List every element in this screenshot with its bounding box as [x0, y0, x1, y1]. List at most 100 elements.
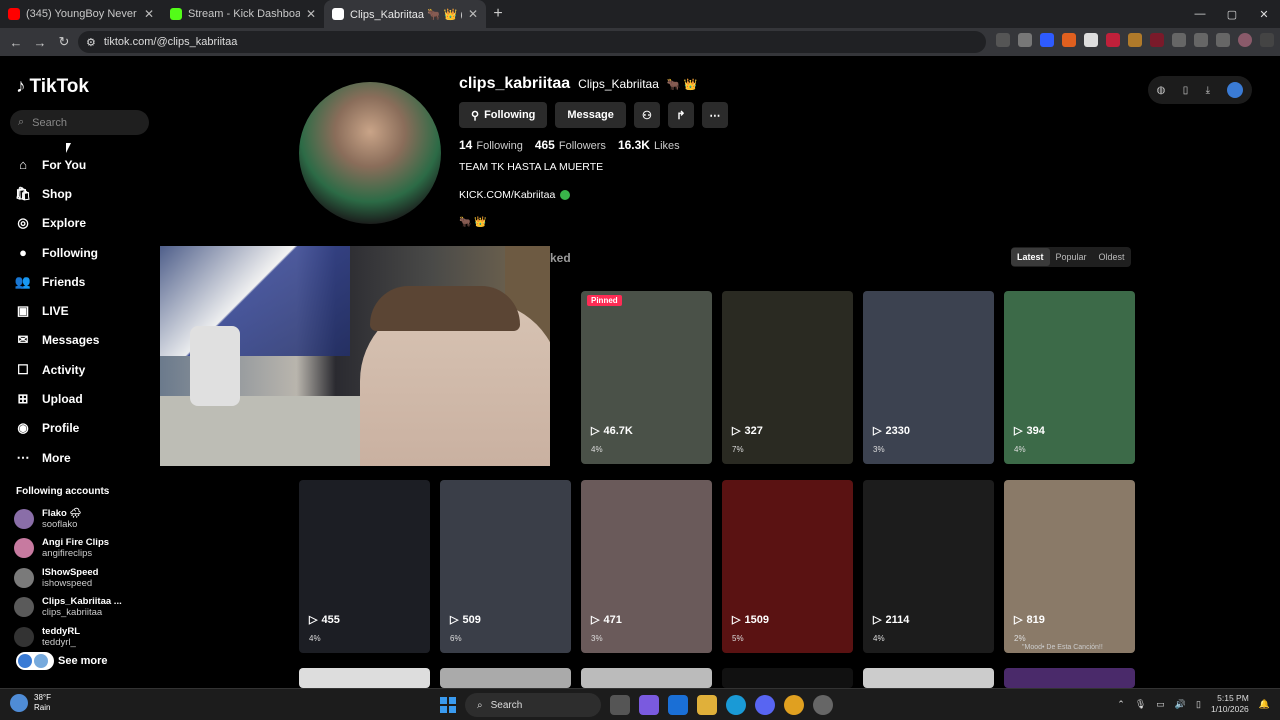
video-card[interactable]: ▷ 471 3%	[581, 480, 712, 653]
video-card[interactable]	[722, 668, 853, 688]
stat-followers[interactable]: 465 Followers	[535, 138, 606, 152]
nav-more[interactable]: ⋯ More	[14, 443, 99, 472]
webcam-overlay[interactable]	[160, 246, 550, 466]
search-input[interactable]: ⌕ Search	[10, 110, 149, 135]
device-icon[interactable]: ▯	[1183, 85, 1189, 96]
edge-icon[interactable]	[726, 695, 746, 715]
video-card[interactable]: ▷ 1509 5%	[722, 480, 853, 653]
extension-icon[interactable]	[1062, 33, 1076, 47]
tab-kick[interactable]: Stream - Kick Dashboard ✕	[162, 0, 324, 28]
video-card[interactable]	[440, 668, 571, 688]
video-card[interactable]	[581, 668, 712, 688]
nav-profile[interactable]: ◉ Profile	[14, 414, 99, 443]
following-button[interactable]: ⚲ Following	[459, 102, 548, 128]
video-card[interactable]	[1004, 668, 1135, 688]
video-card[interactable]: ▷ 509 6%	[440, 480, 571, 653]
minimize-button[interactable]: —	[1184, 0, 1216, 28]
settings-icon[interactable]	[813, 695, 833, 715]
following-account[interactable]: IShowSpeed ishowspeed	[14, 563, 122, 593]
following-account[interactable]: teddyRL teddyrl_	[14, 622, 122, 652]
kebab-menu-icon[interactable]	[1260, 33, 1274, 47]
video-card[interactable]: Pinned ▷ 46.7K 4%	[581, 291, 712, 464]
task-view-icon[interactable]	[610, 695, 630, 715]
tab-tiktok[interactable]: Clips_Kabriitaa 🐂 👑 (@clips_ ✕	[324, 0, 486, 28]
video-card[interactable]: ▷ 455 4%	[299, 480, 430, 653]
battery-icon[interactable]: ▯	[1196, 699, 1201, 710]
assistant-icon[interactable]	[1227, 82, 1244, 98]
tab-liked[interactable]: ked	[550, 251, 571, 265]
share-button[interactable]: ↱	[667, 102, 694, 128]
file-explorer-icon[interactable]	[697, 695, 717, 715]
assistant-toggle[interactable]	[16, 652, 54, 670]
coin-icon[interactable]: ◍	[1157, 85, 1166, 96]
tiktok-logo[interactable]: ♪ TikTok	[16, 76, 89, 98]
following-account[interactable]: Flako 🌧 sooflako	[14, 504, 122, 534]
video-card[interactable]: ▷ 2114 4%	[863, 480, 994, 653]
discord-icon[interactable]	[755, 695, 775, 715]
nav-friends[interactable]: 👥 Friends	[14, 267, 99, 296]
extensions-icon[interactable]	[1172, 33, 1186, 47]
microphone-icon[interactable]: 🎙	[1135, 699, 1146, 710]
back-icon[interactable]: ←	[4, 35, 28, 50]
copilot-icon[interactable]	[639, 695, 659, 715]
nav-upload[interactable]: ⊞ Upload	[14, 384, 99, 413]
profile-avatar[interactable]	[299, 82, 441, 224]
clock[interactable]: 5:15 PM 1/10/2026	[1211, 693, 1249, 715]
message-button[interactable]: Message	[555, 102, 626, 128]
maximize-button[interactable]: ▢	[1216, 0, 1248, 28]
taskbar-search[interactable]: ⌕ Search	[465, 693, 601, 717]
video-card[interactable]: ▷ 2330 3%	[863, 291, 994, 464]
tab-youtube[interactable]: (345) YoungBoy Never Broke ✕	[0, 0, 162, 28]
video-card[interactable]	[863, 668, 994, 688]
install-icon[interactable]	[996, 33, 1010, 47]
sort-oldest[interactable]: Oldest	[1093, 248, 1131, 266]
video-card[interactable]	[299, 668, 430, 688]
close-tab-icon[interactable]: ✕	[468, 7, 478, 21]
nav-following[interactable]: ● Following	[14, 238, 99, 267]
stat-following[interactable]: 14 Following	[459, 138, 523, 152]
video-card[interactable]: ▷ 394 4%	[1004, 291, 1135, 464]
chrome-icon[interactable]	[784, 695, 804, 715]
outlook-icon[interactable]	[668, 695, 688, 715]
profile-link[interactable]: KICK.COM/Kabriitaa	[459, 189, 571, 201]
profile-avatar[interactable]	[1238, 33, 1252, 47]
see-more-button[interactable]: See more	[16, 652, 108, 670]
reload-icon[interactable]: ↻	[52, 34, 76, 50]
bookmark-star-icon[interactable]	[1018, 33, 1032, 47]
menu-icon[interactable]	[1216, 33, 1230, 47]
extension-icon[interactable]	[1084, 33, 1098, 47]
video-card[interactable]: ▷ 327 7%	[722, 291, 853, 464]
new-tab-button[interactable]: +	[486, 5, 510, 23]
more-options-button[interactable]: ⋯	[701, 102, 728, 128]
close-tab-icon[interactable]: ✕	[306, 7, 316, 21]
following-account[interactable]: Clips_Kabriitaa ... clips_kabriitaa	[14, 593, 122, 623]
nav-for-you[interactable]: ⌂ For You	[14, 150, 99, 179]
suggested-accounts-button[interactable]: ⚇	[633, 102, 660, 128]
extension-icon[interactable]	[1040, 33, 1054, 47]
nav-explore[interactable]: ◎ Explore	[14, 209, 99, 238]
sort-popular[interactable]: Popular	[1050, 248, 1093, 266]
address-bar[interactable]: ⚙ tiktok.com/@clips_kabriitaa	[78, 31, 986, 53]
extension-icon[interactable]	[1150, 33, 1164, 47]
forward-icon[interactable]: →	[28, 35, 52, 50]
extension-icon[interactable]	[1128, 33, 1142, 47]
close-window-button[interactable]: ✕	[1248, 0, 1280, 28]
video-card[interactable]: ▷ 819 2% "Mood• De Esta Canción!!	[1004, 480, 1135, 653]
sidepanel-icon[interactable]	[1194, 33, 1208, 47]
network-icon[interactable]: ▭	[1156, 699, 1165, 710]
site-info-icon[interactable]: ⚙	[86, 36, 96, 49]
sort-latest[interactable]: Latest	[1011, 248, 1050, 266]
following-account[interactable]: Angi Fire Clips angifireclips	[14, 534, 122, 564]
nav-shop[interactable]: 🛍 Shop	[14, 179, 99, 208]
notification-bell-icon[interactable]: 🔔	[1259, 699, 1270, 710]
nav-activity[interactable]: ☐ Activity	[14, 355, 99, 384]
nav-messages[interactable]: ✉ Messages	[14, 326, 100, 355]
extension-icon[interactable]	[1106, 33, 1120, 47]
tray-chevron-icon[interactable]: ⌃	[1117, 699, 1125, 710]
close-tab-icon[interactable]: ✕	[144, 7, 154, 21]
nav-live[interactable]: ▣ LIVE	[14, 296, 99, 325]
weather-widget[interactable]: 38°F Rain	[10, 693, 51, 713]
windows-start-icon[interactable]	[440, 697, 456, 713]
volume-icon[interactable]: 🔊	[1175, 699, 1186, 710]
download-icon[interactable]: ⤓	[1206, 85, 1210, 96]
